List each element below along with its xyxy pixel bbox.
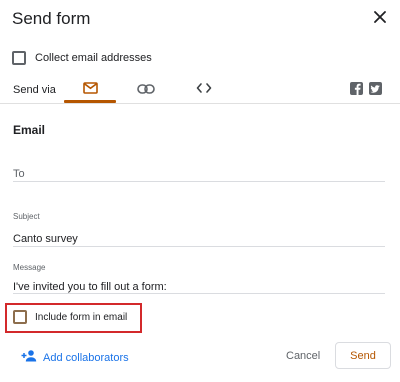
close-icon[interactable] (371, 8, 389, 26)
subject-input[interactable] (13, 233, 385, 245)
subject-label: Subject (13, 212, 40, 221)
cancel-button[interactable]: Cancel (286, 350, 320, 362)
add-collaborators-button[interactable]: Add collaborators (21, 349, 129, 367)
tab-email[interactable] (64, 78, 116, 102)
email-section-title: Email (13, 123, 46, 137)
dialog-title: Send form (12, 9, 91, 28)
collect-email-row[interactable]: Collect email addresses (12, 51, 152, 65)
tab-link[interactable] (120, 78, 172, 102)
tabs-divider (0, 103, 400, 104)
facebook-icon[interactable] (350, 82, 363, 95)
to-field[interactable] (13, 164, 385, 182)
collect-email-checkbox[interactable] (12, 51, 26, 65)
message-input[interactable] (13, 281, 385, 293)
subject-field[interactable] (13, 229, 385, 247)
message-label: Message (13, 263, 46, 272)
add-person-icon (21, 349, 38, 367)
include-form-row[interactable]: Include form in email (13, 310, 127, 324)
tab-embed[interactable] (178, 78, 230, 102)
send-button[interactable]: Send (335, 342, 391, 369)
link-icon (137, 81, 155, 99)
collect-email-label: Collect email addresses (35, 52, 152, 64)
email-icon (82, 81, 98, 99)
include-form-label: Include form in email (35, 311, 128, 323)
send-via-label: Send via (13, 84, 56, 96)
twitter-icon[interactable] (369, 82, 382, 95)
message-field[interactable] (13, 277, 385, 294)
embed-code-icon (196, 81, 212, 99)
to-input[interactable] (13, 168, 385, 180)
include-form-checkbox[interactable] (13, 310, 27, 324)
add-collaborators-label: Add collaborators (43, 352, 129, 364)
